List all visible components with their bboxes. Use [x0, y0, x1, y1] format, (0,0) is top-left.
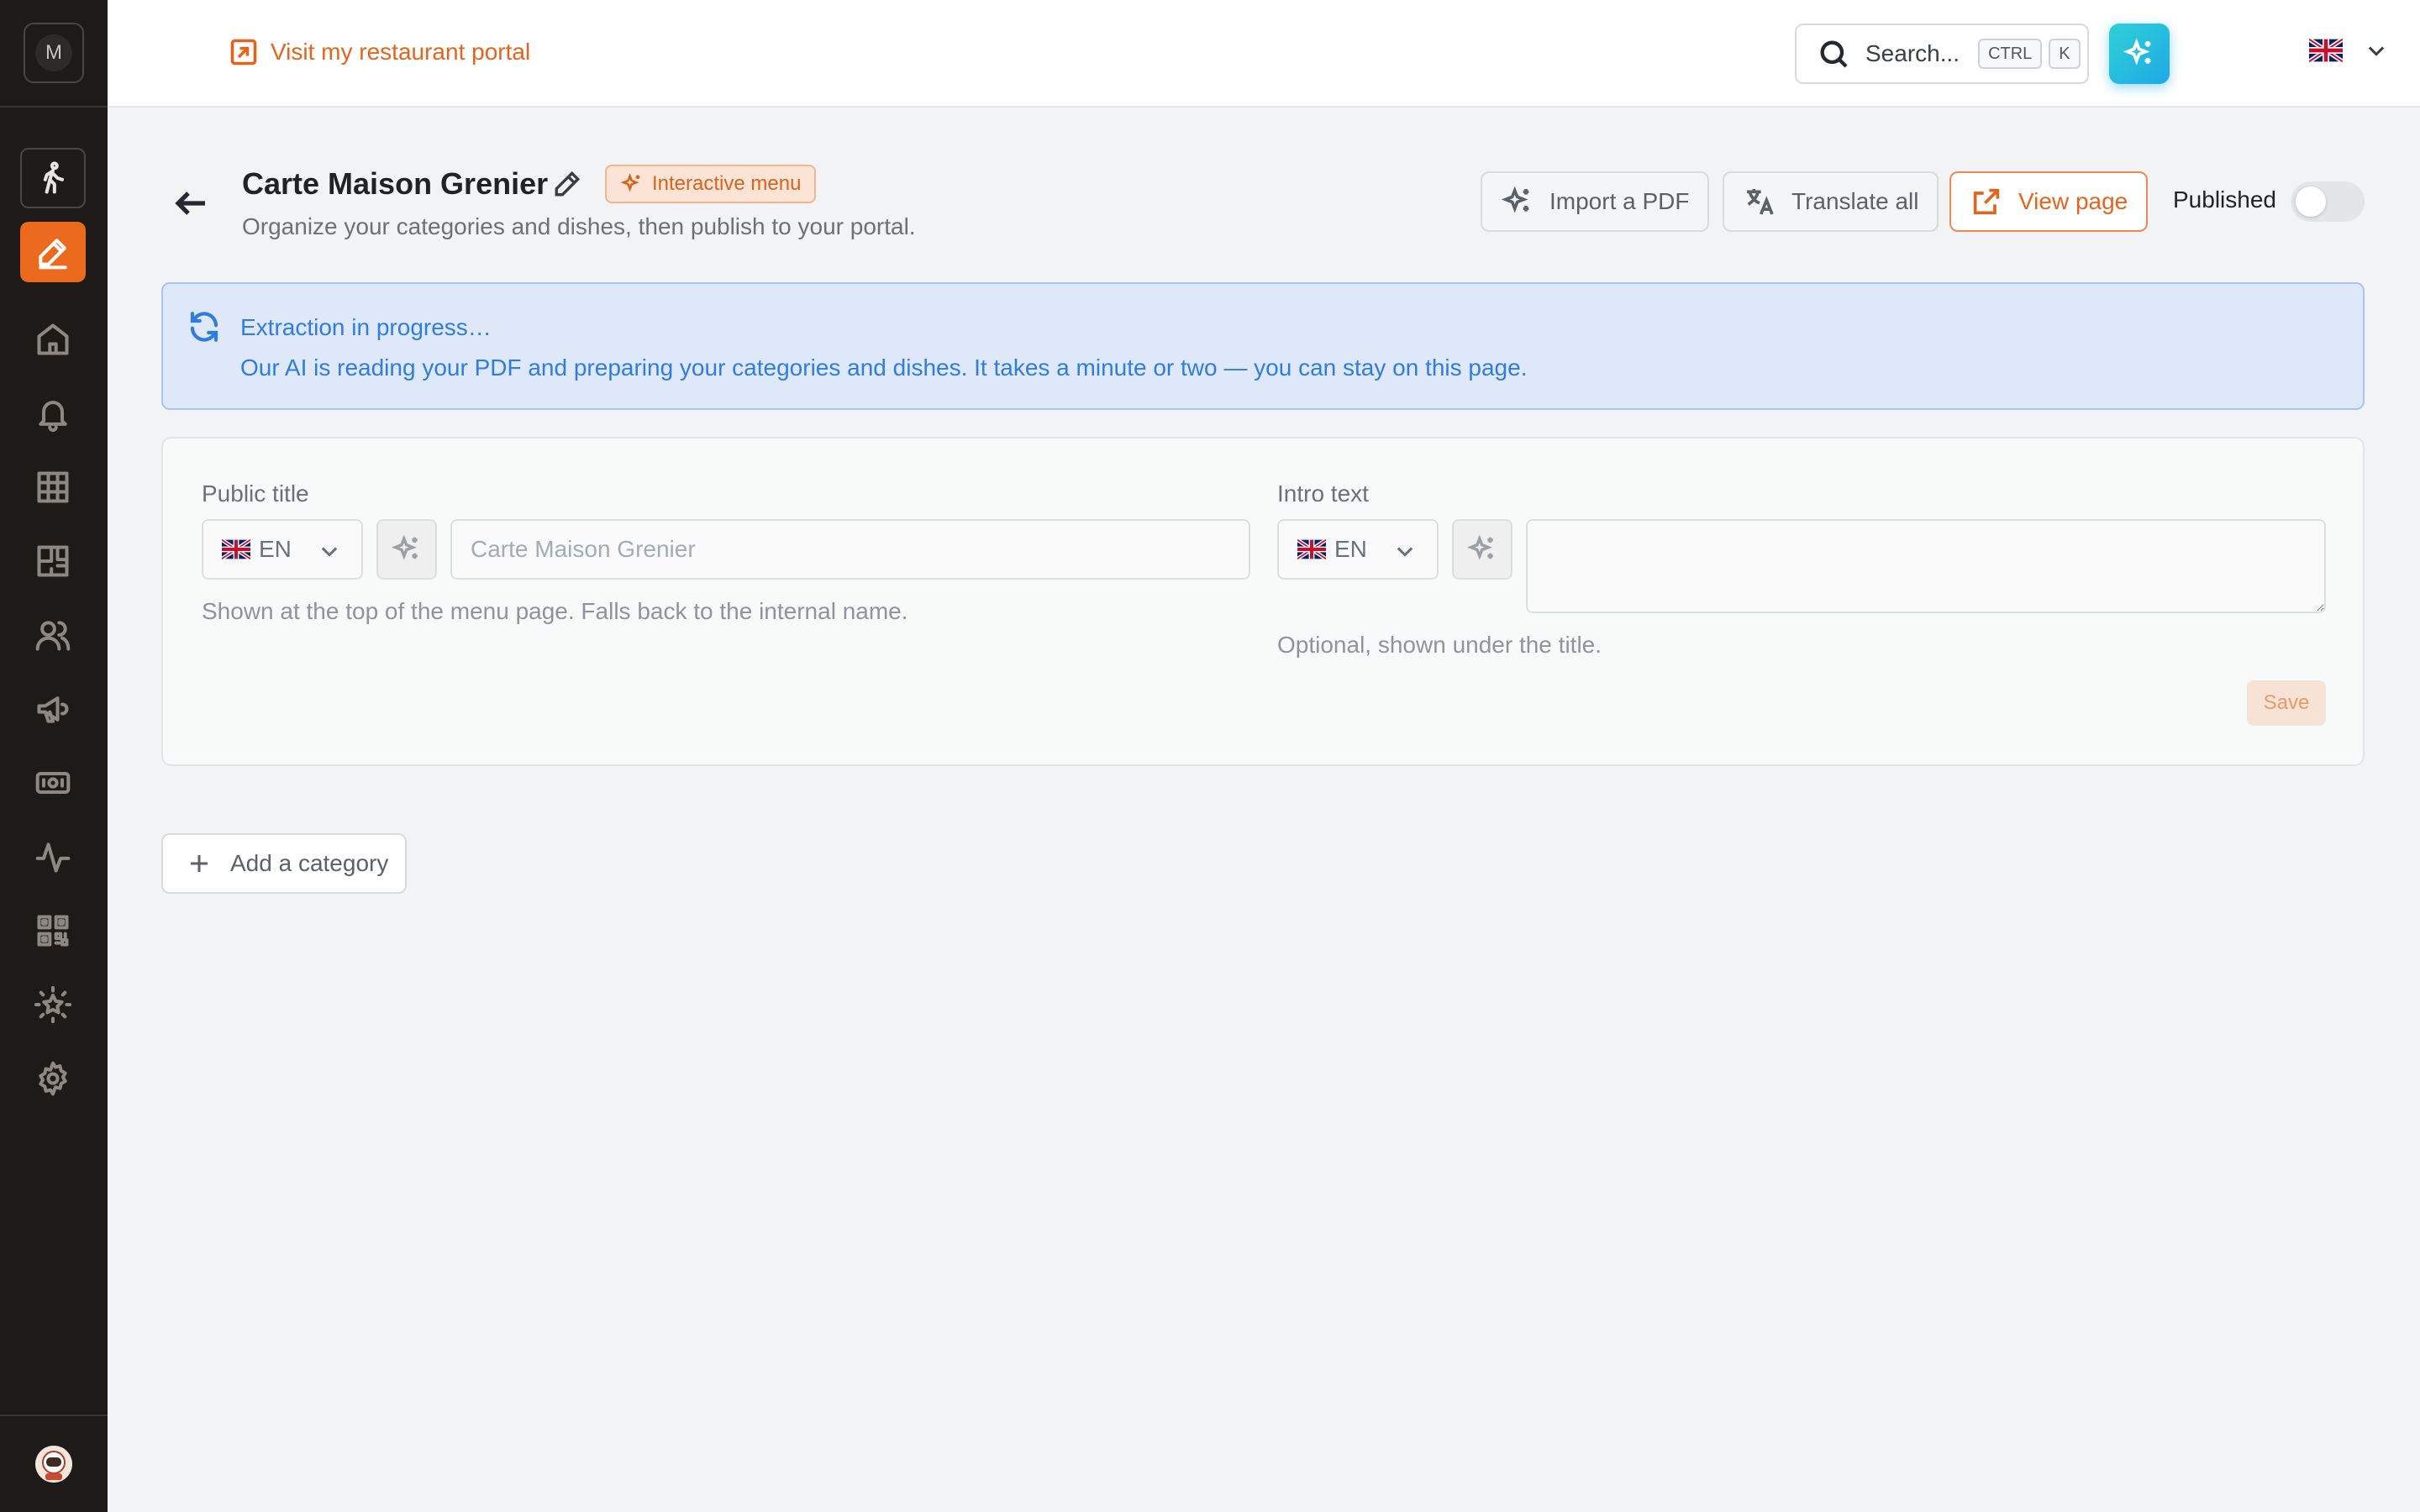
cash-icon: [35, 771, 71, 795]
uk-flag-icon: [1297, 539, 1326, 559]
gear-icon: [39, 1061, 67, 1096]
sidebar-item-payments[interactable]: [20, 753, 86, 813]
page-title: Carte Maison Grenier: [242, 166, 549, 201]
sidebar-item-qr-codes[interactable]: [20, 900, 86, 961]
search-shortcut: CTRL K: [1978, 39, 2081, 69]
menu-settings-card: Public title EN Shown at the top of the …: [161, 437, 2365, 766]
view-page-button[interactable]: View page: [1949, 171, 2149, 232]
account-logo: M: [35, 34, 72, 71]
sidebar-item-customers[interactable]: [20, 605, 86, 665]
search-icon: [1820, 40, 1848, 68]
qr-code-icon: [37, 915, 69, 947]
visit-portal-link[interactable]: Visit my restaurant portal: [229, 37, 530, 67]
import-pdf-button[interactable]: Import a PDF: [1481, 171, 1710, 232]
translate-all-button[interactable]: Translate all: [1723, 171, 1939, 232]
uk-flag-icon: [222, 539, 250, 559]
sidebar-item-home[interactable]: [20, 309, 86, 370]
import-pdf-label: Import a PDF: [1549, 188, 1690, 214]
alert-body: Our AI is reading your PDF and preparing…: [240, 354, 1528, 381]
alert-title: Extraction in progress…: [240, 314, 492, 340]
search-box[interactable]: Search... CTRL K: [1795, 24, 2089, 84]
table-grid-icon: [37, 471, 69, 503]
sidebar: M: [0, 0, 108, 1512]
floor-plan-icon: [37, 545, 69, 577]
kbd-ctrl: CTRL: [1978, 39, 2043, 69]
chevron-down-icon: [2368, 46, 2385, 56]
pen-icon: [39, 239, 67, 270]
translate-icon: [1747, 189, 1774, 215]
intro-text-lang-code: EN: [1334, 536, 1367, 562]
plus-icon: [191, 855, 208, 872]
sidebar-item-notifications[interactable]: [20, 383, 86, 444]
public-title-ai-button[interactable]: [376, 519, 437, 580]
sidebar-header: M: [0, 0, 108, 108]
public-title-label: Public title: [202, 480, 309, 507]
activity-icon: [35, 843, 71, 873]
external-link-icon: [1973, 188, 2000, 215]
public-title-language-select[interactable]: EN: [202, 519, 363, 580]
save-button[interactable]: Save: [2247, 680, 2326, 726]
chevron-down-icon: [321, 547, 338, 557]
extraction-alert: Extraction in progress… Our AI is readin…: [161, 282, 2365, 410]
star-badge-icon: [34, 986, 71, 1023]
sparkles-icon: [620, 173, 640, 192]
bell-icon: [39, 401, 67, 432]
ai-assistant-button[interactable]: [2109, 24, 2170, 84]
public-title-help: Shown at the top of the menu page. Falls…: [202, 598, 908, 624]
sidebar-item-menu-editor[interactable]: [20, 222, 86, 282]
menu-type-badge: Interactive menu: [605, 165, 817, 203]
public-title-lang-code: EN: [259, 536, 292, 562]
sidebar-item-staff[interactable]: [20, 148, 86, 208]
sparkles-icon: [2123, 38, 2151, 66]
published-label: Published: [2173, 186, 2276, 213]
intro-text-label: Intro text: [1277, 480, 1369, 507]
sidebar-item-reviews[interactable]: [20, 974, 86, 1035]
add-category-button[interactable]: Add a category: [161, 833, 407, 894]
sparkles-icon: [1501, 186, 1529, 213]
account-switcher[interactable]: M: [24, 23, 84, 83]
view-page-label: View page: [2018, 188, 2128, 214]
sparkles-icon: [1466, 534, 1493, 560]
search-placeholder: Search...: [1865, 40, 1960, 66]
sidebar-item-analytics[interactable]: [20, 827, 86, 887]
published-toggle[interactable]: [2291, 181, 2365, 222]
sidebar-item-marketing[interactable]: [20, 679, 86, 739]
rename-button[interactable]: [553, 170, 581, 198]
language-selector[interactable]: [2309, 39, 2388, 62]
sidebar-item-floor-plan[interactable]: [20, 531, 86, 591]
walking-person-icon: [43, 161, 65, 194]
user-avatar[interactable]: [35, 1446, 72, 1483]
kbd-k: K: [2049, 39, 2081, 69]
chevron-down-icon: [1397, 547, 1413, 557]
badge-label: Interactive menu: [652, 172, 802, 195]
add-category-label: Add a category: [230, 850, 389, 876]
sparkles-icon: [391, 534, 418, 560]
intro-text-help: Optional, shown under the title.: [1277, 632, 1602, 658]
users-icon: [35, 621, 71, 651]
intro-text-language-select[interactable]: EN: [1277, 519, 1439, 580]
pencil-icon: [555, 171, 581, 197]
sidebar-footer: [0, 1415, 108, 1512]
astronaut-avatar-icon: [35, 1446, 72, 1483]
external-link-icon: [230, 39, 257, 66]
back-button[interactable]: [171, 183, 212, 223]
home-icon: [37, 323, 69, 355]
megaphone-icon: [37, 696, 69, 723]
toggle-knob: [2296, 186, 2326, 217]
top-bar: Visit my restaurant portal Search... CTR…: [108, 0, 2420, 108]
public-title-input[interactable]: [450, 519, 1250, 580]
uk-flag-icon: [2309, 39, 2343, 62]
intro-text-ai-button[interactable]: [1452, 519, 1512, 580]
page-subtitle: Organize your categories and dishes, the…: [242, 213, 916, 239]
refresh-icon: [187, 309, 222, 344]
intro-text-textarea[interactable]: [1526, 519, 2326, 613]
sidebar-item-settings[interactable]: [20, 1048, 86, 1109]
visit-portal-label: Visit my restaurant portal: [271, 39, 531, 65]
translate-all-label: Translate all: [1791, 188, 1919, 214]
sidebar-item-tables[interactable]: [20, 457, 86, 517]
arrow-left-icon: [175, 192, 205, 215]
